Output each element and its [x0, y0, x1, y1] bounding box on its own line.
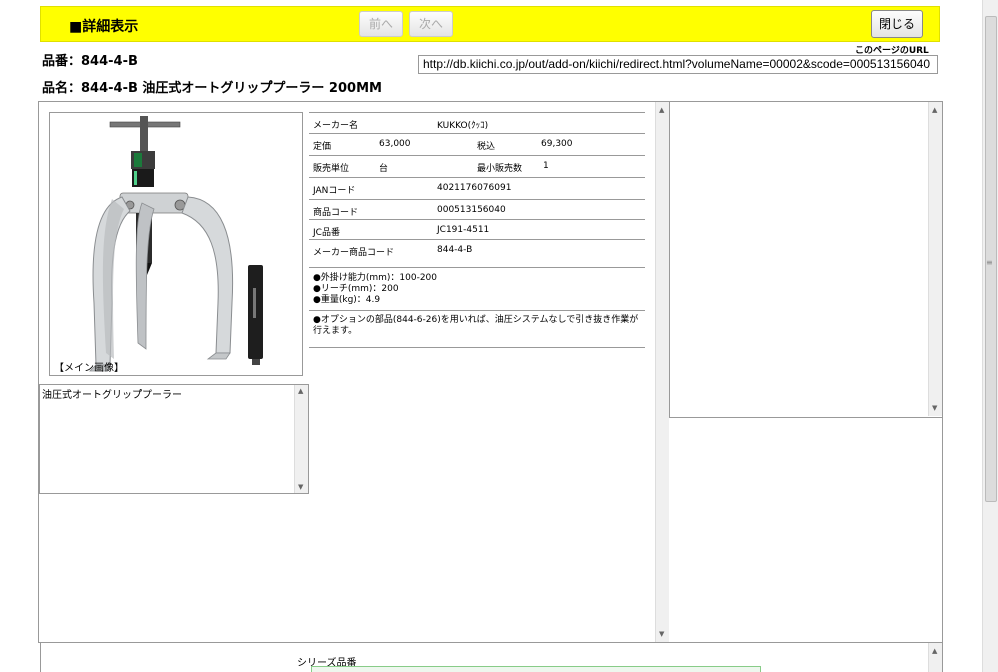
product-name: 品名：844-4-B 油圧式オートグリップ゚プーラー 200MM: [42, 81, 382, 96]
detail-frame: 【メイン画像】 油圧式オートグリップ゚プーラー ▲ ▼ メーカー名 KUKKO(…: [38, 101, 943, 643]
content-scrollbar[interactable]: ▲ ▼: [655, 102, 669, 642]
main-image: 【メイン画像】: [49, 112, 303, 376]
header-bar: ■詳細表示 前へ 次へ 閉じる: [40, 6, 940, 42]
description-text: 油圧式オートグリップ゚プーラー: [42, 390, 182, 401]
scroll-up-icon[interactable]: ▲: [932, 647, 937, 655]
side-panel-scrollbar[interactable]: ▲ ▼: [928, 102, 942, 416]
scroll-up-icon[interactable]: ▲: [932, 106, 937, 114]
page-title: ■詳細表示: [69, 19, 139, 35]
scroll-down-icon[interactable]: ▼: [298, 483, 303, 491]
series-table: [311, 666, 761, 672]
spec-row-jc: JC品番 JC191-4511: [309, 220, 645, 240]
page-scrollbar[interactable]: ≡: [982, 0, 998, 672]
puller-illustration: [89, 116, 263, 372]
spec-row-unit: 販売単位 台 最小販売数 1: [309, 156, 645, 178]
scroll-up-icon[interactable]: ▲: [298, 387, 303, 395]
prev-button[interactable]: 前へ: [359, 11, 403, 37]
side-panel: ▲ ▼: [669, 102, 942, 418]
description-box[interactable]: 油圧式オートグリップ゚プーラー ▲ ▼: [39, 384, 309, 494]
product-number: 品番：844-4-B: [42, 54, 138, 69]
series-scrollbar[interactable]: ▲: [928, 643, 942, 672]
series-frame: シリーズ品番 ▲: [40, 643, 943, 672]
spec-table: メーカー名 KUKKO(ｸｯｺ) 定価 63,000 税込 69,300 販売単…: [309, 112, 645, 348]
spec-row-maker: メーカー名 KUKKO(ｸｯｺ): [309, 112, 645, 134]
description-scrollbar[interactable]: ▲ ▼: [294, 385, 308, 493]
close-button[interactable]: 閉じる: [871, 10, 923, 38]
scroll-down-icon[interactable]: ▼: [659, 630, 664, 638]
spec-note: ●オプションの部品(844-6-26)を用いれば、油圧システムなしで引き抜き作業…: [309, 311, 645, 348]
spec-row-jan: JANコード 4021176076091: [309, 178, 645, 200]
grip-icon: ≡: [986, 258, 993, 267]
spec-row-maker-code: メーカー商品コード 844-4-B: [309, 240, 645, 268]
spec-bullets: ●外掛け能力(mm)：100-200 ●リーチ(mm)：200 ●重量(kg)：…: [309, 268, 645, 311]
spec-row-code: 商品コード 000513156040: [309, 200, 645, 220]
image-caption: 【メイン画像】: [54, 363, 124, 374]
scroll-down-icon[interactable]: ▼: [932, 404, 937, 412]
next-button[interactable]: 次へ: [409, 11, 453, 37]
page-url-field[interactable]: http://db.kiichi.co.jp/out/add-on/kiichi…: [418, 55, 938, 74]
spec-row-price: 定価 63,000 税込 69,300: [309, 134, 645, 156]
scroll-up-icon[interactable]: ▲: [659, 106, 664, 114]
